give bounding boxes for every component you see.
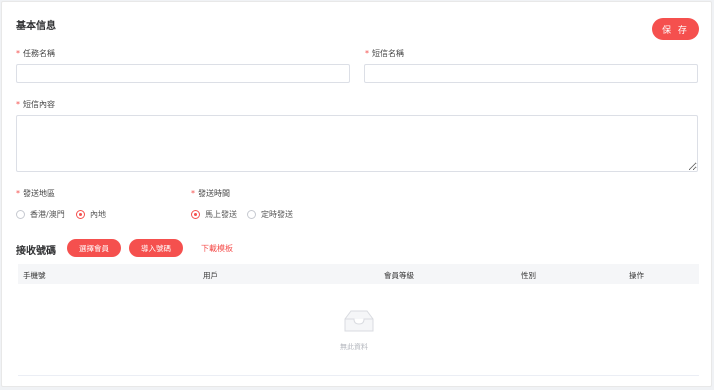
column-header-phone: 手機號 (23, 271, 46, 280)
recipients-table-header: 手機號 用戶 會員等級 性別 操作 (18, 264, 699, 284)
column-header-user: 用戶 (203, 271, 218, 280)
required-mark: * (16, 189, 20, 198)
time-radio-scheduled[interactable]: 定時發送 (247, 209, 293, 220)
radio-circle[interactable] (247, 210, 256, 219)
basic-info-title: 基本信息 (16, 21, 56, 32)
radio-circle[interactable] (16, 210, 25, 219)
column-header-actions: 操作 (629, 271, 644, 280)
time-radio-immediate[interactable]: 馬上發送 (191, 209, 237, 220)
table-bottom-divider (18, 375, 699, 376)
form-card: 基本信息 保 存 * 任務名稱 * 短信名稱 * 短信內容 * 發送地區 香港/澳門 內… (1, 1, 712, 387)
task-name-input[interactable] (16, 64, 350, 83)
sms-name-input[interactable] (364, 64, 698, 83)
save-button[interactable]: 保 存 (652, 18, 699, 40)
sms-content-label: * 短信內容 (16, 100, 55, 109)
column-header-member-level: 會員等級 (384, 271, 414, 280)
required-mark: * (191, 189, 195, 198)
required-mark: * (16, 100, 20, 109)
download-template-link[interactable]: 下載模板 (201, 243, 233, 254)
region-radio-hk-macau[interactable]: 香港/澳門 (16, 209, 65, 220)
column-header-gender: 性別 (521, 271, 536, 280)
required-mark: * (365, 49, 369, 58)
empty-state-text: 無此資料 (340, 343, 368, 351)
radio-circle-checked[interactable] (76, 210, 85, 219)
region-label: * 發送地區 (16, 189, 55, 198)
inbox-icon (344, 310, 374, 332)
radio-circle-checked[interactable] (191, 210, 200, 219)
recipients-title: 接收號碼 (16, 246, 56, 257)
send-time-label: * 發送時間 (191, 189, 230, 198)
sms-name-label: * 短信名稱 (365, 49, 404, 58)
select-members-button[interactable]: 選擇會員 (67, 239, 121, 257)
region-radio-mainland[interactable]: 內地 (76, 209, 106, 220)
sms-content-textarea[interactable] (16, 115, 698, 172)
import-numbers-button[interactable]: 導入號碼 (129, 239, 183, 257)
task-name-label: * 任務名稱 (16, 49, 55, 58)
required-mark: * (16, 49, 20, 58)
